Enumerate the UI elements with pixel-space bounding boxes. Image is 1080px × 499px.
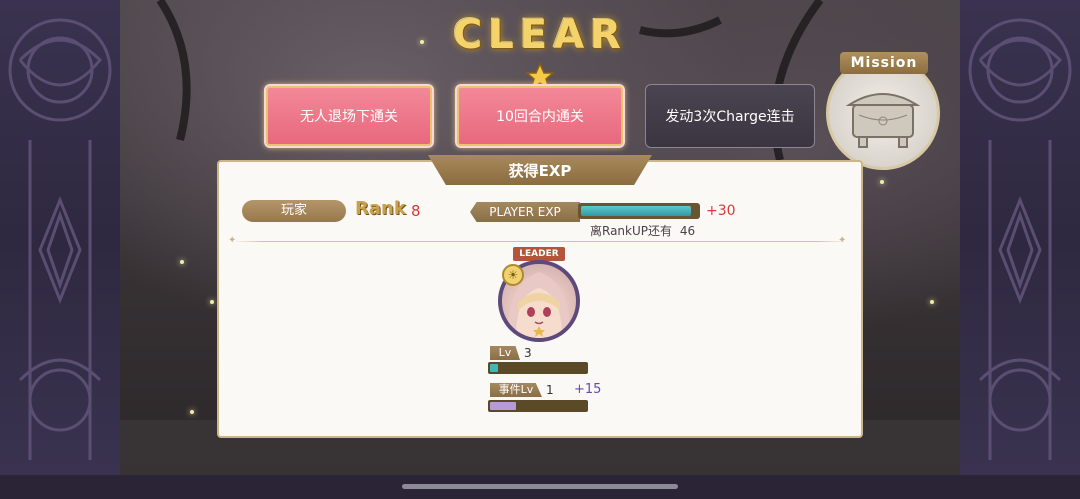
player-exp-fill — [581, 206, 692, 216]
rankup-text: 离RankUP还有 — [590, 224, 673, 238]
panel-divider — [232, 241, 848, 242]
event-lv-gain: +15 — [574, 382, 602, 397]
left-ornament-panel — [0, 0, 120, 475]
sparkle — [420, 40, 424, 44]
sparkle — [880, 180, 884, 184]
event-lv-value: 1 — [546, 383, 554, 397]
divider-ornament-icon: ✦ — [838, 235, 847, 246]
sparkle — [190, 410, 194, 414]
event-lv-label: 事件Lv — [490, 383, 542, 397]
exp-header-text: 获得EXP — [508, 162, 572, 180]
player-label: 玩家 — [242, 200, 346, 222]
rankup-value: 46 — [679, 224, 696, 238]
mission-2-label: 10回合内通关 — [496, 109, 584, 125]
lv-label: Lv — [490, 346, 520, 360]
player-exp-bar — [578, 203, 700, 219]
treasure-box-icon — [845, 93, 921, 148]
rank-value: 8 — [411, 202, 421, 220]
clear-title: CLEAR — [453, 12, 627, 58]
player-exp-gain: +30 — [706, 203, 736, 219]
mission-3-label: 发动3次Charge连击 — [665, 109, 795, 125]
event-lv-fill — [490, 402, 516, 410]
lv-exp-bar — [488, 362, 588, 374]
rank-label: Rank — [355, 198, 406, 219]
mission-3[interactable]: 发动3次Charge连击 — [645, 84, 815, 148]
right-ornament-panel — [960, 0, 1080, 475]
sparkle — [180, 260, 184, 264]
lv-exp-fill — [490, 364, 498, 372]
home-indicator[interactable] — [402, 484, 678, 489]
light-attribute-icon: ☀ — [502, 264, 524, 286]
divider-ornament-icon: ✦ — [228, 235, 237, 246]
event-lv-bar — [488, 400, 588, 412]
lv-value: 3 — [524, 346, 532, 360]
mission-2[interactable]: 10回合内通关 — [455, 84, 625, 148]
leader-tag: LEADER — [513, 247, 565, 261]
rankup-remaining: 离RankUP还有 46 — [590, 222, 695, 239]
player-exp-label: PLAYER EXP — [470, 202, 580, 222]
sparkle — [930, 300, 934, 304]
mission-1[interactable]: 无人退场下通关 — [264, 84, 434, 148]
mission-1-label: 无人退场下通关 — [300, 109, 398, 125]
sparkle — [210, 300, 214, 304]
mission-badge-label: Mission — [840, 52, 928, 74]
